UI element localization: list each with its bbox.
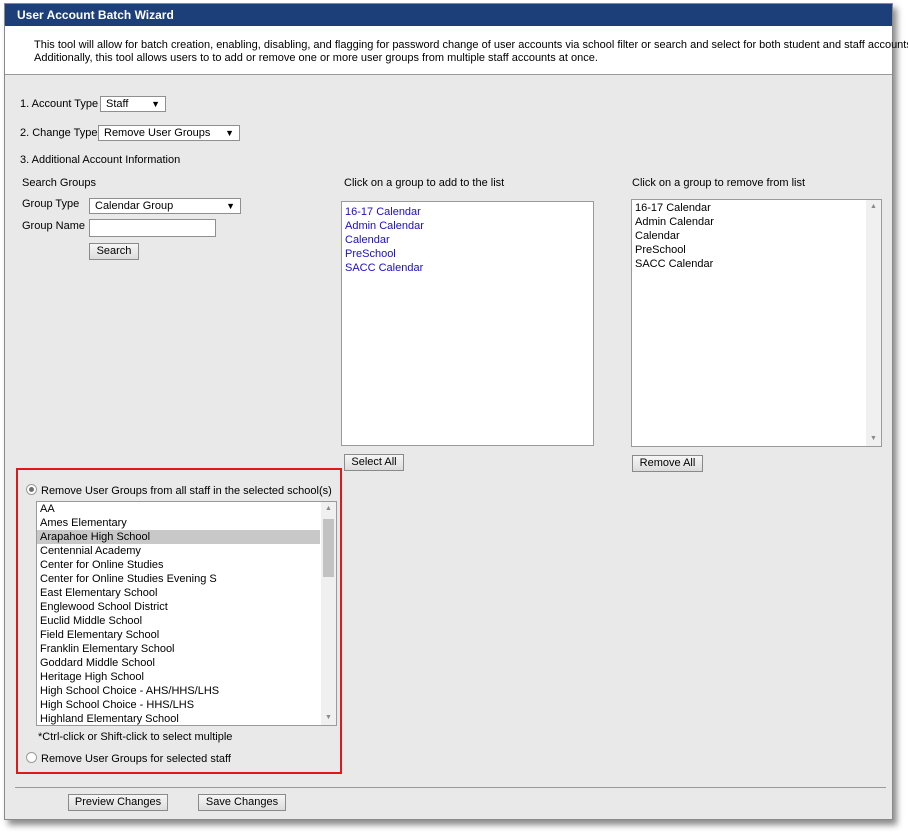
school-item[interactable]: Ames Elementary xyxy=(37,516,336,530)
school-item[interactable]: East Elementary School xyxy=(37,586,336,600)
description-line-2: Additionally, this tool allows users to … xyxy=(34,52,598,64)
scroll-up-icon[interactable]: ▲ xyxy=(866,200,881,214)
school-item[interactable]: Englewood School District xyxy=(37,600,336,614)
description-line-1: This tool will allow for batch creation,… xyxy=(34,39,908,51)
group-type-select[interactable]: Calendar Group ▼ xyxy=(89,198,241,214)
scroll-up-icon[interactable]: ▲ xyxy=(321,502,336,516)
add-list-heading: Click on a group to add to the list xyxy=(344,177,505,189)
scroll-down-icon[interactable]: ▼ xyxy=(321,711,336,725)
account-type-value: Staff xyxy=(106,98,129,110)
add-group-item[interactable]: Admin Calendar xyxy=(342,219,593,233)
chevron-down-icon: ▼ xyxy=(226,201,235,211)
remove-group-item[interactable]: SACC Calendar xyxy=(632,257,881,271)
description-panel: This tool will allow for batch creation,… xyxy=(5,26,908,75)
remove-list-scrollbar[interactable]: ▲ ▼ xyxy=(866,200,881,446)
school-item[interactable]: Euclid Middle School xyxy=(37,614,336,628)
school-item-selected[interactable]: Arapahoe High School xyxy=(37,530,320,544)
chevron-down-icon: ▼ xyxy=(225,128,234,138)
radio-all-staff[interactable] xyxy=(26,484,37,495)
search-groups-heading: Search Groups xyxy=(22,177,96,189)
select-all-button[interactable]: Select All xyxy=(344,454,404,471)
radio-selected-dot xyxy=(29,487,34,492)
wizard-window: User Account Batch Wizard This tool will… xyxy=(4,3,908,820)
preview-changes-button[interactable]: Preview Changes xyxy=(68,794,168,811)
window-title: User Account Batch Wizard xyxy=(5,4,892,26)
additional-info-label: 3. Additional Account Information xyxy=(20,154,181,166)
add-group-item[interactable]: PreSchool xyxy=(342,247,593,261)
scroll-thumb[interactable] xyxy=(323,519,334,577)
save-changes-button[interactable]: Save Changes xyxy=(198,794,286,811)
add-group-item[interactable]: Calendar xyxy=(342,233,593,247)
change-type-label: 2. Change Type xyxy=(20,127,98,139)
group-type-value: Calendar Group xyxy=(95,200,174,212)
school-item[interactable]: Heritage High School xyxy=(37,670,336,684)
multi-select-hint: *Ctrl-click or Shift-click to select mul… xyxy=(38,731,233,743)
remove-list-heading: Click on a group to remove from list xyxy=(632,177,806,189)
change-type-value: Remove User Groups xyxy=(104,127,211,139)
change-type-select[interactable]: Remove User Groups ▼ xyxy=(98,125,240,141)
remove-group-item[interactable]: 16-17 Calendar xyxy=(632,201,881,215)
remove-group-item[interactable]: Calendar xyxy=(632,229,881,243)
school-item[interactable]: Field Elementary School xyxy=(37,628,336,642)
group-name-input[interactable] xyxy=(89,219,216,237)
school-item[interactable]: High School Choice - HHS/LHS xyxy=(37,698,336,712)
account-type-select[interactable]: Staff ▼ xyxy=(100,96,166,112)
school-item[interactable]: Goddard Middle School xyxy=(37,656,336,670)
radio-selected-staff[interactable] xyxy=(26,752,37,763)
radio-all-staff-label: Remove User Groups from all staff in the… xyxy=(41,485,332,497)
remove-group-item[interactable]: PreSchool xyxy=(632,243,881,257)
school-item[interactable]: Highland Elementary School xyxy=(37,712,336,725)
school-item[interactable]: High School Choice - AHS/HHS/LHS xyxy=(37,684,336,698)
school-item[interactable]: AA xyxy=(37,502,336,516)
school-item[interactable]: Center for Online Studies xyxy=(37,558,336,572)
description-text: This tool will allow for batch creation,… xyxy=(34,39,908,65)
remove-group-item[interactable]: Admin Calendar xyxy=(632,215,881,229)
add-group-listbox[interactable]: 16-17 Calendar Admin Calendar Calendar P… xyxy=(341,201,594,446)
school-item[interactable]: Center for Online Studies Evening S xyxy=(37,572,336,586)
school-list-scrollbar[interactable]: ▲ ▼ xyxy=(321,502,336,725)
school-item[interactable]: Franklin Elementary School xyxy=(37,642,336,656)
footer-divider xyxy=(15,787,886,788)
search-button[interactable]: Search xyxy=(89,243,139,260)
radio-selected-staff-label: Remove User Groups for selected staff xyxy=(41,753,231,765)
remove-all-button[interactable]: Remove All xyxy=(632,455,703,472)
group-type-label: Group Type xyxy=(22,198,80,210)
remove-group-listbox[interactable]: 16-17 Calendar Admin Calendar Calendar P… xyxy=(631,199,882,447)
chevron-down-icon: ▼ xyxy=(151,99,160,109)
group-name-label: Group Name xyxy=(22,220,85,232)
add-group-item[interactable]: 16-17 Calendar xyxy=(342,205,593,219)
scroll-down-icon[interactable]: ▼ xyxy=(866,432,881,446)
account-type-label: 1. Account Type xyxy=(20,98,99,110)
school-listbox[interactable]: AA Ames Elementary Arapahoe High School … xyxy=(36,501,337,726)
add-group-item[interactable]: SACC Calendar xyxy=(342,261,593,275)
school-item[interactable]: Centennial Academy xyxy=(37,544,336,558)
